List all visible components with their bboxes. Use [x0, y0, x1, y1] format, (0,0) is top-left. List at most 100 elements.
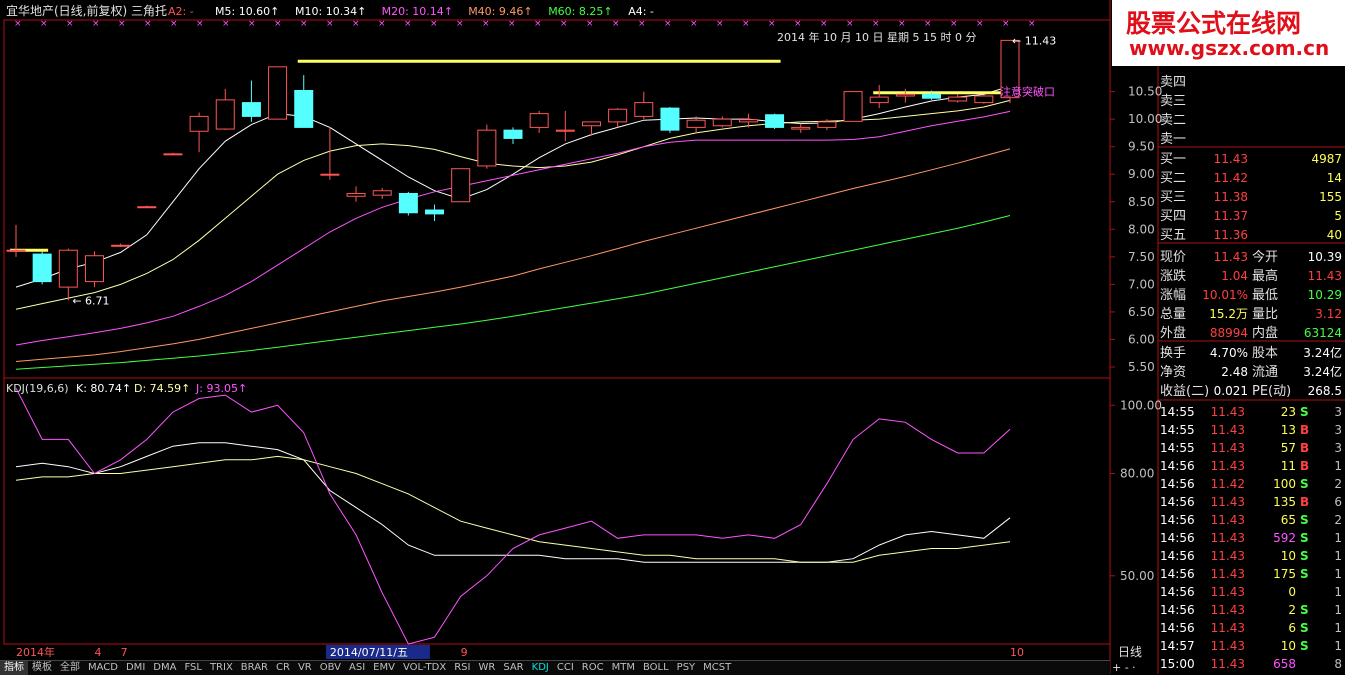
tick-side: B	[1300, 423, 1309, 437]
candle-body	[320, 173, 340, 176]
bid-price: 11.43	[1214, 152, 1248, 166]
quote-label: 外盘	[1160, 325, 1186, 341]
period-label[interactable]: 日线	[1118, 645, 1142, 659]
header-layer: 宜华地产(日线,前复权) 三角托 A2: - M5: 10.60↑ M10: 10.3…	[6, 3, 1036, 44]
tick-side: S	[1300, 621, 1309, 635]
fundamental-value: 4.70%	[1210, 346, 1248, 360]
marker-x: ×	[456, 19, 464, 29]
marker-x: ×	[586, 19, 594, 29]
candle-body	[189, 115, 209, 132]
candle-body	[398, 192, 418, 214]
kdj-d-value: D: 74.59↑	[134, 382, 190, 395]
bid-volume: 40	[1327, 228, 1342, 242]
quote-label: 涨幅	[1160, 288, 1186, 303]
ma-line-M20	[15, 110, 1011, 346]
candle-body	[32, 253, 52, 283]
tick-time: 14:56	[1160, 531, 1195, 545]
tick-side: B	[1300, 441, 1309, 455]
marker-x: ×	[326, 19, 334, 29]
tick-volume: 11	[1281, 459, 1296, 473]
toolbar-tab-rsi[interactable]: RSI	[450, 661, 474, 675]
kdj-k-value: K: 80.74↑	[76, 382, 131, 395]
toolbar-tab-macd[interactable]: MACD	[84, 661, 122, 675]
toolbar-tab-全部[interactable]: 全部	[56, 661, 84, 675]
candle-body	[215, 99, 235, 130]
toolbar-tab-dma[interactable]: DMA	[149, 661, 180, 675]
candle-body	[817, 121, 837, 128]
toolbar-tab-指标[interactable]: 指标	[0, 661, 28, 675]
tick-volume: 23	[1281, 405, 1296, 419]
tick-price: 11.43	[1211, 441, 1245, 455]
fundamental-value: 3.24亿	[1303, 364, 1342, 379]
zoom-controls[interactable]: + - ·	[1112, 661, 1136, 674]
kdj-j-value: J: 93.05↑	[195, 382, 247, 395]
toolbar-tab-kdj[interactable]: KDJ	[528, 661, 553, 675]
high-price-marker: ← 11.43	[1012, 34, 1056, 47]
marker-x: ×	[508, 19, 516, 29]
toolbar-tab-emv[interactable]: EMV	[369, 661, 399, 675]
toolbar-tab-mtm[interactable]: MTM	[608, 661, 639, 675]
tick-volume: 2	[1288, 603, 1296, 617]
toolbar-tab-roc[interactable]: ROC	[578, 661, 608, 675]
marker-x: ×	[66, 19, 74, 29]
toolbar-tab-psy[interactable]: PSY	[673, 661, 700, 675]
toolbar-tab-vol-tdx[interactable]: VOL-TDX	[399, 661, 450, 675]
tick-time: 14:56	[1160, 513, 1195, 527]
toolbar-tab-brar[interactable]: BRAR	[237, 661, 272, 675]
toolbar-tab-asi[interactable]: ASI	[345, 661, 369, 675]
quote-value: 88994	[1210, 326, 1248, 340]
candle-body	[948, 96, 968, 102]
xaxis-label: 2014年	[16, 645, 55, 659]
toolbar-tab-wr[interactable]: WR	[474, 661, 499, 675]
marker-x: ×	[664, 19, 672, 29]
tick-count: 6	[1334, 495, 1342, 509]
breakout-note: 注意突破口	[1000, 85, 1055, 99]
quote-panel-layer: 卖四卖三卖二卖一买一 11.43 4987 买二 11.42 14 买三 11.38 155 买四…	[1158, 75, 1345, 671]
quote-value: 63124	[1304, 326, 1342, 340]
candle-body	[529, 113, 549, 128]
tick-count: 2	[1334, 513, 1342, 527]
quote-label: 量比	[1252, 307, 1278, 322]
tick-price: 11.43	[1211, 603, 1245, 617]
tick-price: 11.43	[1211, 639, 1245, 653]
tick-time: 14:56	[1160, 477, 1195, 491]
tick-price: 11.43	[1211, 459, 1245, 473]
toolbar-tab-cci[interactable]: CCI	[553, 661, 578, 675]
candle-body	[346, 192, 366, 197]
tick-time: 14:56	[1160, 495, 1195, 509]
marker-x: ×	[144, 19, 152, 29]
marker-x: ×	[222, 19, 230, 29]
tick-count: 1	[1334, 621, 1342, 635]
marker-x: ×	[560, 19, 568, 29]
quote-label: 最低	[1252, 288, 1278, 303]
tick-volume: 0	[1288, 585, 1296, 599]
quote-label: 现价	[1160, 250, 1186, 265]
marker-x: ×	[248, 19, 256, 29]
xaxis-label: 7	[121, 646, 128, 659]
kdj-ytick-label: 50.00	[1120, 569, 1154, 583]
toolbar-tab-mcst[interactable]: MCST	[699, 661, 735, 675]
candle-body	[869, 96, 889, 104]
toolbar-tab-vr[interactable]: VR	[294, 661, 316, 675]
tick-count: 1	[1334, 549, 1342, 563]
bid-level-label: 买一	[1160, 152, 1186, 167]
quote-label: 内盘	[1252, 325, 1278, 341]
toolbar-tab-cr[interactable]: CR	[272, 661, 294, 675]
toolbar-tab-obv[interactable]: OBV	[316, 661, 345, 675]
tick-time: 14:56	[1160, 621, 1195, 635]
bid-volume: 155	[1319, 190, 1342, 204]
toolbar-tab-fsl[interactable]: FSL	[180, 661, 206, 675]
tick-volume: 100	[1273, 477, 1296, 491]
toolbar-tab-boll[interactable]: BOLL	[639, 661, 673, 675]
ask-level-label: 卖三	[1160, 94, 1186, 109]
tick-volume: 57	[1281, 441, 1296, 455]
tick-side: S	[1300, 405, 1309, 419]
tick-volume: 592	[1273, 531, 1296, 545]
toolbar-tab-sar[interactable]: SAR	[499, 661, 527, 675]
toolbar-tab-dmi[interactable]: DMI	[122, 661, 149, 675]
toolbar-tab-trix[interactable]: TRIX	[206, 661, 237, 675]
marker-x: ×	[482, 19, 490, 29]
toolbar-tab-模板[interactable]: 模板	[28, 661, 56, 675]
bid-price: 11.38	[1214, 190, 1248, 204]
tick-volume: 175	[1273, 567, 1296, 581]
